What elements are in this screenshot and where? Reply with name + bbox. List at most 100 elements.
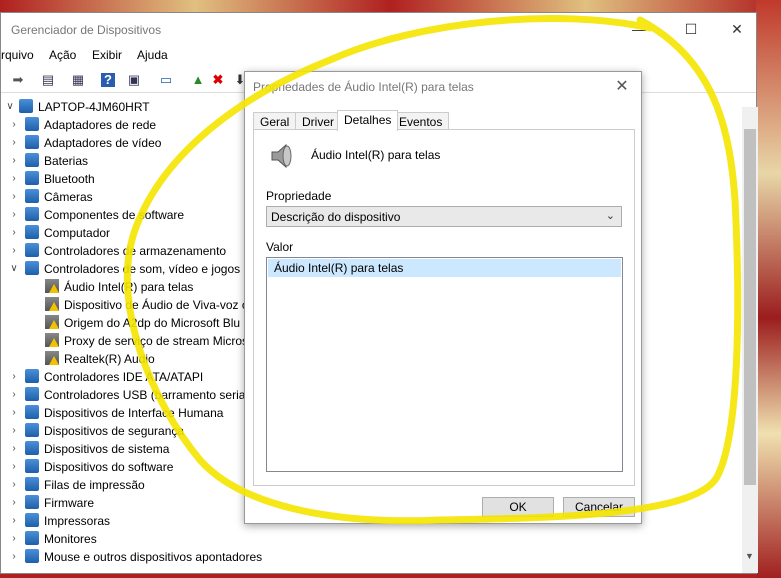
device-category-icon	[25, 387, 39, 401]
tree-category-item[interactable]: › Dispositivos de segurança	[9, 422, 184, 440]
chevron-right-icon[interactable]: ›	[9, 404, 19, 422]
menu-arquivo[interactable]: rquivo	[1, 48, 34, 62]
tree-category-item[interactable]: › Componentes de software	[9, 206, 184, 224]
back-icon[interactable]: ➡	[9, 71, 27, 89]
view-icon[interactable]: ▣	[125, 71, 143, 89]
computer-icon	[19, 99, 33, 113]
scroll-down-icon[interactable]: ▼	[745, 551, 754, 561]
tree-category-item[interactable]: › Adaptadores de vídeo	[9, 134, 161, 152]
tree-category-item[interactable]: › Monitores	[9, 530, 97, 548]
tree-item-label: Controladores IDE ATA/ATAPI	[44, 370, 204, 384]
update-driver-icon[interactable]: ▲	[189, 71, 207, 89]
device-category-icon	[25, 189, 39, 203]
list-icon[interactable]: ▦	[69, 71, 87, 89]
tree-category-item[interactable]: › Bluetooth	[9, 170, 95, 188]
chevron-right-icon[interactable]: ›	[9, 116, 19, 134]
tree-device-item[interactable]: Origem do A2dp do Microsoft Blu	[45, 314, 240, 332]
ok-button[interactable]: OK	[482, 497, 554, 517]
tree-category-item[interactable]: › Controladores de armazenamento	[9, 242, 226, 260]
cancel-button[interactable]: Cancelar	[563, 497, 635, 517]
properties-icon[interactable]: ▤	[39, 71, 57, 89]
tree-category-item[interactable]: › Dispositivos de Interface Humana	[9, 404, 223, 422]
tree-category-item[interactable]: › Adaptadores de rede	[9, 116, 156, 134]
scrollbar[interactable]: ▼	[742, 107, 758, 573]
menu-ajuda[interactable]: Ajuda	[137, 48, 168, 62]
tree-item-label: Impressoras	[44, 514, 111, 528]
tab-eventos[interactable]: Eventos	[392, 112, 450, 130]
menu-exibir[interactable]: Exibir	[92, 48, 122, 62]
chevron-right-icon[interactable]: ›	[9, 134, 19, 152]
dialog-title: Propriedades de Áudio Intel(R) para tela…	[253, 80, 474, 94]
device-category-icon	[25, 423, 39, 437]
tree-category-item[interactable]: › Firmware	[9, 494, 94, 512]
warning-speaker-icon	[45, 297, 59, 311]
property-dropdown[interactable]: Descrição do dispositivo ⌄	[266, 206, 622, 227]
device-category-icon	[25, 153, 39, 167]
tab-geral[interactable]: Geral	[253, 112, 297, 130]
device-name: Áudio Intel(R) para telas	[311, 148, 441, 162]
chevron-right-icon[interactable]: ›	[9, 512, 19, 530]
tree-category-item[interactable]: › Computador	[9, 224, 110, 242]
desktop-background-top	[0, 0, 781, 12]
tree-item-label: Controladores USB (barramento serial	[44, 388, 249, 402]
tab-driver[interactable]: Driver	[295, 112, 341, 130]
tree-category-item[interactable]: › Dispositivos do software	[9, 458, 173, 476]
chevron-right-icon[interactable]: ›	[9, 188, 19, 206]
device-category-icon	[25, 207, 39, 221]
minimize-button[interactable]: —	[616, 13, 662, 45]
tree-category-item[interactable]: ∨ Controladores de som, vídeo e jogos	[9, 260, 240, 278]
property-label: Propriedade	[266, 189, 332, 203]
chevron-down-icon[interactable]: ∨	[5, 98, 15, 116]
chevron-right-icon[interactable]: ›	[9, 206, 19, 224]
tree-item-label: Componentes de software	[44, 208, 185, 222]
chevron-right-icon[interactable]: ›	[9, 440, 19, 458]
tree-root-computer[interactable]: ∨ LAPTOP-4JM60HRT	[5, 98, 150, 116]
tree-device-item[interactable]: Proxy de serviço de stream Micros	[45, 332, 248, 350]
uninstall-icon[interactable]: ✖	[209, 71, 227, 89]
chevron-right-icon[interactable]: ›	[9, 494, 19, 512]
menu-acao[interactable]: Ação	[49, 48, 76, 62]
value-list-item[interactable]: Áudio Intel(R) para telas	[268, 259, 621, 277]
maximize-button[interactable]: ☐	[668, 13, 714, 45]
chevron-right-icon[interactable]: ›	[9, 386, 19, 404]
close-button[interactable]: ✕	[714, 13, 760, 45]
chevron-right-icon[interactable]: ›	[9, 530, 19, 548]
chevron-right-icon[interactable]: ›	[9, 224, 19, 242]
title-bar[interactable]: Gerenciador de Dispositivos — ☐ ✕	[1, 13, 756, 45]
tree-category-item[interactable]: › Filas de impressão	[9, 476, 145, 494]
tree-category-item[interactable]: › Dispositivos de sistema	[9, 440, 169, 458]
chevron-right-icon[interactable]: ›	[9, 458, 19, 476]
tree-item-label: Dispositivos de Interface Humana	[44, 406, 224, 420]
warning-speaker-icon	[45, 351, 59, 365]
chevron-right-icon[interactable]: ›	[9, 368, 19, 386]
tree-category-item[interactable]: › Controladores IDE ATA/ATAPI	[9, 368, 203, 386]
tree-device-item[interactable]: Realtek(R) Audio	[45, 350, 155, 368]
tree-category-item[interactable]: › Impressoras	[9, 512, 110, 530]
chevron-right-icon[interactable]: ›	[9, 152, 19, 170]
dialog-close-button[interactable]: ✕	[609, 75, 635, 99]
scrollbar-thumb[interactable]	[744, 129, 756, 485]
tree-item-label: Firmware	[44, 496, 94, 510]
chevron-right-icon[interactable]: ›	[9, 476, 19, 494]
chevron-right-icon[interactable]: ›	[9, 170, 19, 188]
warning-speaker-icon	[45, 279, 59, 293]
monitor-icon[interactable]: ▭	[157, 71, 175, 89]
dialog-title-bar[interactable]: Propriedades de Áudio Intel(R) para tela…	[245, 72, 641, 102]
tree-category-item[interactable]: › Câmeras	[9, 188, 93, 206]
tab-detalhes[interactable]: Detalhes	[337, 110, 399, 131]
chevron-down-icon[interactable]: ∨	[9, 260, 19, 278]
tree-device-item[interactable]: Áudio Intel(R) para telas	[45, 278, 193, 296]
tree-device-item[interactable]: Dispositivo de Áudio de Viva-voz c	[45, 296, 248, 314]
menu-bar: rquivo Ação Exibir Ajuda	[1, 45, 756, 67]
chevron-right-icon[interactable]: ›	[9, 242, 19, 260]
chevron-right-icon[interactable]: ›	[9, 548, 19, 566]
tree-item-label: Controladores de som, vídeo e jogos	[44, 262, 241, 276]
tree-category-item[interactable]: › Mouse e outros dispositivos apontadores	[9, 548, 262, 566]
device-category-icon	[25, 441, 39, 455]
help-icon[interactable]: ?	[101, 73, 115, 87]
chevron-right-icon[interactable]: ›	[9, 422, 19, 440]
tree-category-item[interactable]: › Controladores USB (barramento serial	[9, 386, 248, 404]
tree-category-item[interactable]: › Baterias	[9, 152, 88, 170]
value-list[interactable]: Áudio Intel(R) para telas	[266, 257, 623, 472]
tree-item-label: Câmeras	[44, 190, 93, 204]
